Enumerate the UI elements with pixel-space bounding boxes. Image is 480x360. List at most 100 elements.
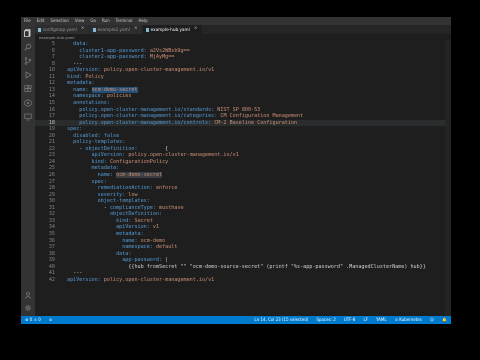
- line-code: annotations:: [67, 100, 110, 107]
- code-token: object-templates:: [97, 198, 150, 205]
- minimap[interactable]: [445, 40, 451, 316]
- tab-example-hub[interactable]: example-hub.yaml ×: [142, 25, 203, 34]
- code-line[interactable]: 30 object-templates:: [35, 198, 445, 205]
- yaml-file-icon: [92, 27, 96, 32]
- close-icon[interactable]: ×: [81, 27, 85, 32]
- code-token: policy.open-cluster-management.io/catego…: [79, 113, 218, 120]
- line-number: 30: [48, 198, 55, 205]
- line-code: object-templates:: [67, 198, 150, 205]
- menu-item-edit[interactable]: Edit: [34, 17, 48, 25]
- line-code: apiVersion: policy.open-cluster-manageme…: [67, 67, 214, 74]
- menu-bar: File Edit Selection View Go Run Terminal Help: [21, 17, 451, 25]
- code-token: CM-2 Baseline Configuration: [214, 119, 298, 126]
- line-ending[interactable]: LF: [359, 316, 372, 324]
- code-line[interactable]: 10 apiVersion: policy.open-cluster-manage…: [35, 67, 445, 74]
- code-token: policy.open-cluster-management.io/standa…: [79, 106, 215, 113]
- code-token: apiVersion:: [91, 152, 126, 159]
- code-token: NIST SP 800-53: [217, 106, 261, 113]
- explorer-icon[interactable]: [24, 29, 32, 37]
- code-line[interactable]: 40 {{hub fromSecret "" "ocm-demo-source-…: [35, 264, 445, 271]
- tab-label: example2.yaml: [97, 27, 130, 32]
- close-icon[interactable]: ×: [134, 27, 138, 32]
- live-share-icon[interactable]: ⊘: [45, 316, 56, 324]
- kubernetes-context[interactable]: ⊙ Kubernetes: [391, 316, 426, 324]
- tab-example2[interactable]: example2.yaml ×: [89, 25, 143, 34]
- cursor-position[interactable]: Ln 14, Col 23 (15 selected): [250, 316, 312, 324]
- code-token: name:: [97, 172, 114, 178]
- code-token: musthave: [159, 204, 184, 211]
- menu-item-go[interactable]: Go: [87, 17, 99, 25]
- code-token: policy.open-cluster-management.io/v1: [128, 152, 239, 159]
- code-line[interactable]: 42 apiVersion: policy.open-cluster-manage…: [35, 277, 445, 284]
- line-code: metadata:: [67, 165, 120, 172]
- menu-item-file[interactable]: File: [21, 17, 34, 25]
- account-icon[interactable]: [24, 291, 32, 299]
- notifications-icon[interactable]: 🔔: [438, 316, 451, 324]
- code-token: remediationAction:: [97, 185, 153, 192]
- problems-indicator[interactable]: ⊗ 0 ⚠ 0: [21, 316, 45, 324]
- code-line[interactable]: 25 metadata:: [35, 165, 445, 172]
- editor-tabs: configmap.yaml × example2.yaml × example-hub…: [35, 25, 451, 34]
- menu-item-selection[interactable]: Selection: [47, 17, 71, 25]
- line-number: 42: [48, 276, 55, 283]
- line-number: 35: [48, 230, 55, 237]
- menu-item-terminal[interactable]: Terminal: [113, 17, 136, 25]
- line-number: 25: [48, 165, 55, 172]
- run-debug-icon[interactable]: [24, 71, 32, 79]
- code-token: Policy: [85, 73, 104, 80]
- code-token: objectDefinition:: [85, 145, 138, 152]
- code-token: data:: [73, 41, 89, 47]
- language-mode[interactable]: YAML: [372, 316, 391, 324]
- code-editor[interactable]: 5 data: 6 cluster1-app-password: a2Vs2WBs…: [35, 40, 451, 316]
- encoding[interactable]: UTF-8: [340, 316, 360, 324]
- remote-explorer-icon[interactable]: [24, 113, 32, 121]
- code-token: name:: [73, 86, 89, 93]
- code-line[interactable]: 15 annotations:: [35, 100, 445, 107]
- code-token: namespace:: [122, 244, 153, 251]
- code-line[interactable]: 35 metadata:: [35, 231, 445, 238]
- vscode-window: File Edit Selection View Go Run Terminal Help: [21, 17, 451, 324]
- gear-icon[interactable]: [24, 304, 32, 312]
- close-icon[interactable]: ×: [194, 27, 198, 32]
- code-token: metadata:: [91, 165, 120, 172]
- source-control-icon[interactable]: [24, 57, 32, 65]
- indentation[interactable]: Spaces: 2: [312, 316, 339, 324]
- code-line[interactable]: 20 disabled: false: [35, 133, 445, 140]
- status-bar: ⊗ 0 ⚠ 0 ⊘ Ln 14, Col 23 (15 selected) Spac…: [21, 316, 451, 324]
- line-number: 40: [48, 263, 55, 270]
- search-icon[interactable]: [24, 43, 32, 51]
- line-number: 10: [48, 67, 55, 74]
- tab-label: configmap.yaml: [43, 27, 77, 32]
- code-token: metadata:: [116, 230, 144, 237]
- code-token: {: [165, 145, 169, 152]
- code-token: policy.open-cluster-management.io/v1: [103, 276, 215, 283]
- breadcrumb-file[interactable]: example-hub.yaml: [39, 35, 74, 40]
- feedback-icon[interactable]: ☺: [426, 316, 438, 324]
- menu-item-help[interactable]: Help: [136, 17, 151, 25]
- extensions-icon[interactable]: [24, 85, 32, 93]
- kubernetes-icon[interactable]: [24, 99, 32, 107]
- code-token: ---: [73, 270, 83, 277]
- menu-item-view[interactable]: View: [72, 17, 88, 25]
- code-token: severity:: [97, 191, 126, 198]
- code-token: policy.open-cluster-management.io/v1: [103, 67, 215, 74]
- code-token: ocm-demo-secret: [116, 172, 163, 178]
- tab-configmap[interactable]: configmap.yaml ×: [35, 25, 90, 34]
- menu-item-run[interactable]: Run: [99, 17, 113, 25]
- code-token: default: [155, 244, 178, 251]
- code-token: objectDefinition:: [109, 211, 163, 218]
